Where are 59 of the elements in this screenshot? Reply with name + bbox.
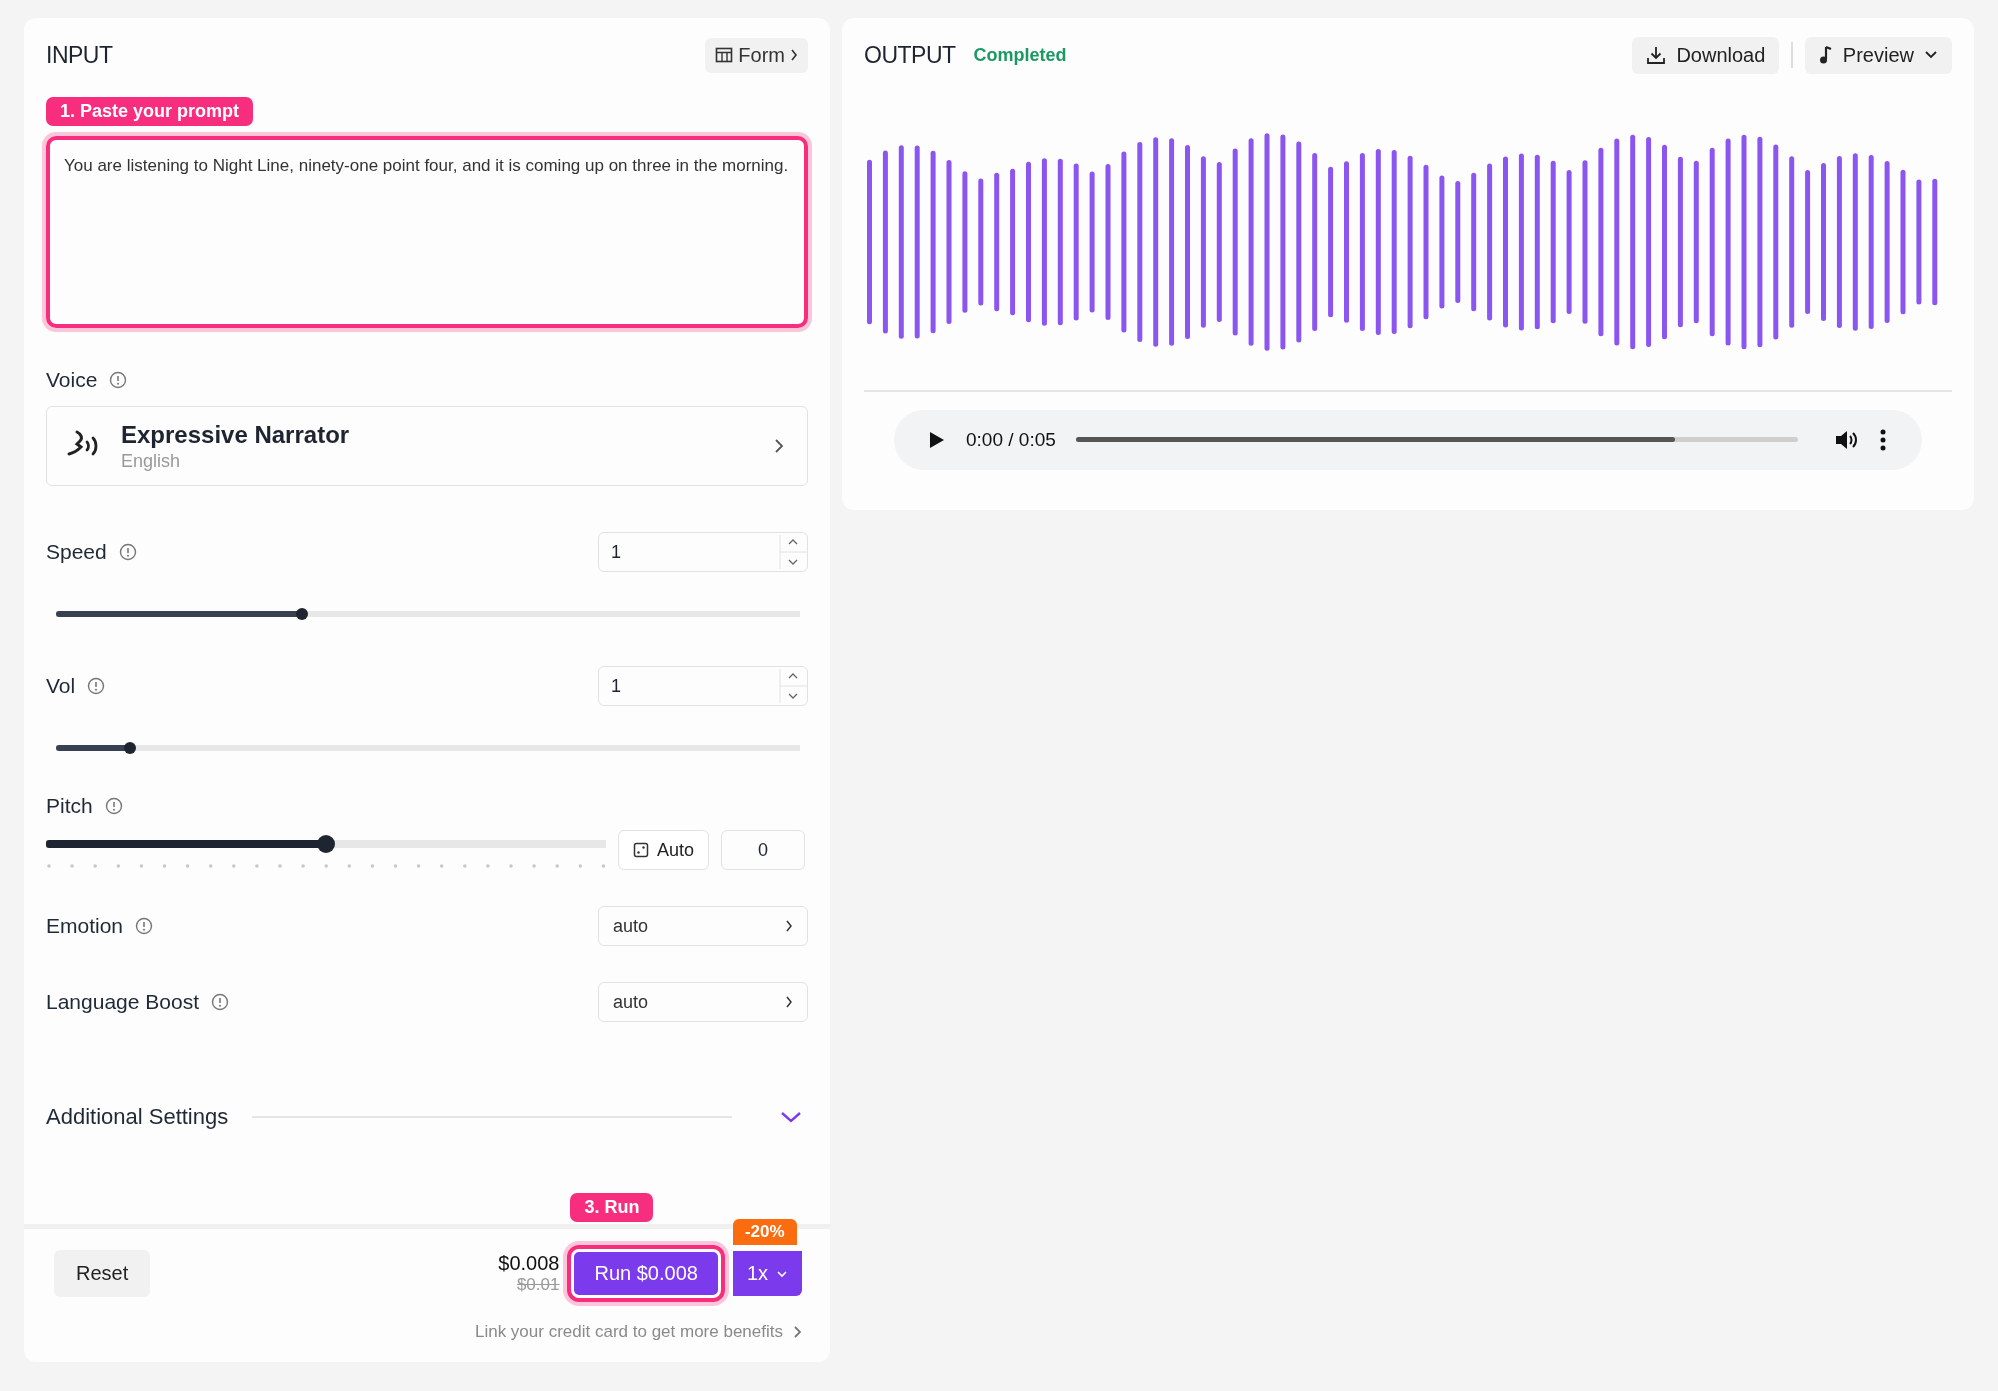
info-icon	[135, 917, 154, 935]
field-label: Vol	[46, 674, 76, 698]
field-label: Emotion	[46, 914, 124, 938]
time-label: 0:00 / 0:05	[966, 428, 1056, 451]
dice-icon	[633, 842, 649, 858]
select-dropdown[interactable]: auto	[598, 982, 808, 1022]
number-field[interactable]: 1	[598, 666, 808, 706]
reset-button[interactable]: Reset	[54, 1250, 151, 1297]
field-label: Language Boost	[46, 990, 199, 1014]
table-icon	[715, 47, 734, 63]
select-dropdown[interactable]: auto	[598, 906, 808, 946]
voice-name: Expressive Narrator	[121, 420, 351, 449]
old-price: $0.01	[516, 1275, 560, 1295]
panel-title: INPUT	[46, 41, 113, 69]
slider-thumb[interactable]	[317, 835, 335, 853]
slider[interactable]	[56, 742, 800, 754]
slider-thumb[interactable]	[295, 608, 308, 620]
chevron-right-icon	[785, 919, 793, 933]
credit-card-link[interactable]: Link your credit card to get more benefits	[474, 1322, 783, 1342]
chevron-right-icon	[793, 1325, 802, 1339]
chevron-down-icon	[1924, 50, 1938, 60]
step-badge: 1. Paste your prompt	[46, 97, 254, 126]
form-button[interactable]: Form	[705, 37, 808, 73]
chevron-right-icon	[790, 48, 798, 62]
discount-badge: -20%	[732, 1219, 797, 1245]
download-button[interactable]: Download	[1632, 36, 1780, 74]
slider[interactable]	[56, 608, 800, 620]
field-label: Speed	[46, 540, 107, 564]
step-badge: 3. Run	[570, 1193, 654, 1222]
download-icon	[1646, 45, 1667, 65]
preview-dropdown[interactable]: Preview	[1804, 36, 1952, 74]
info-icon	[210, 993, 229, 1011]
auto-button[interactable]: Auto	[618, 830, 710, 870]
info-icon	[109, 371, 128, 389]
price: $0.008	[498, 1252, 560, 1275]
play-icon[interactable]	[928, 429, 946, 450]
field-label: Pitch	[46, 794, 93, 818]
status-label: Completed	[973, 44, 1067, 66]
number-field[interactable]: 1	[598, 532, 808, 572]
slider-thumb[interactable]	[124, 742, 137, 754]
chevron-down-icon[interactable]	[780, 1110, 802, 1124]
panel-title: OUTPUT	[864, 41, 956, 69]
more-icon[interactable]	[1880, 428, 1886, 451]
number-field[interactable]: 0	[721, 830, 806, 870]
multiplier-dropdown[interactable]: 1x	[732, 1251, 802, 1296]
chevron-right-icon	[773, 437, 785, 455]
info-icon	[104, 797, 123, 815]
section-toggle-label[interactable]: Additional Settings	[46, 1104, 229, 1130]
chevron-right-icon	[785, 995, 793, 1009]
info-icon	[118, 543, 137, 561]
voice-language: English	[121, 450, 182, 472]
voice-selector[interactable]: Expressive Narrator English	[46, 406, 808, 486]
progress-track[interactable]	[1075, 437, 1798, 442]
stepper-icon	[779, 667, 807, 705]
info-icon	[87, 677, 106, 695]
chevron-down-icon	[776, 1269, 788, 1278]
field-label: Voice	[46, 368, 98, 392]
stepper-icon	[779, 533, 807, 571]
music-note-icon	[1818, 45, 1833, 65]
